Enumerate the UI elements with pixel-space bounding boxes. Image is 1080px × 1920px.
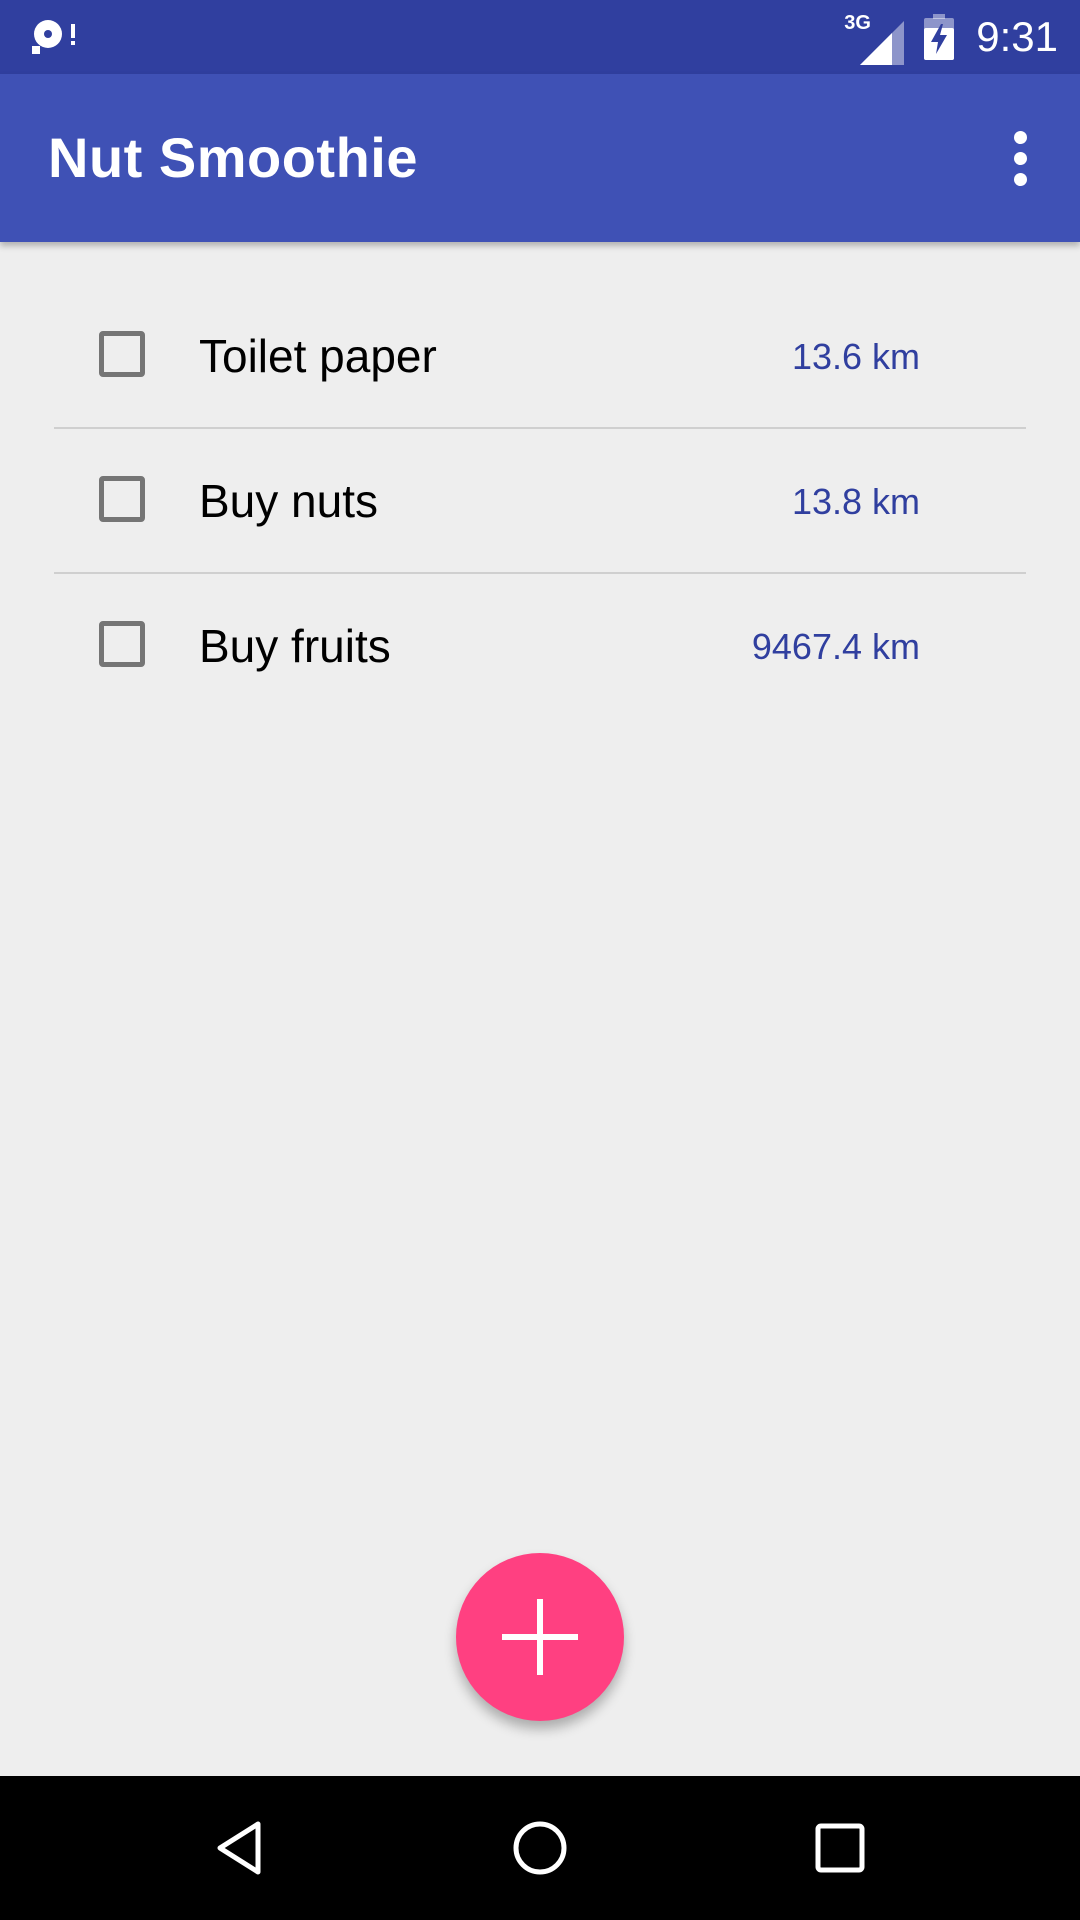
status-icons: 3G 9:31 — [844, 0, 1058, 74]
item-label: Buy fruits — [199, 620, 391, 672]
item-checkbox[interactable] — [99, 331, 145, 377]
item-checkbox[interactable] — [99, 476, 145, 522]
add-icon — [502, 1599, 578, 1675]
app-title: Nut Smoothie — [48, 126, 418, 189]
more-vert-icon — [1013, 130, 1027, 144]
signal-icon — [860, 21, 905, 65]
add-item-button[interactable] — [456, 1553, 624, 1721]
more-vert-icon-dot — [1013, 151, 1027, 165]
app-bar: Nut Smoothie — [0, 74, 1080, 242]
home-icon — [513, 1821, 567, 1875]
home-button[interactable] — [490, 1798, 590, 1898]
list-item[interactable]: Buy fruits 9467.4 km — [54, 574, 1026, 719]
item-distance: 13.8 km — [791, 481, 920, 522]
more-vert-icon-dot — [1013, 172, 1027, 186]
item-label: Toilet paper — [199, 330, 437, 382]
shopping-list: Toilet paper 13.6 km Buy nuts 13.8 km Bu… — [54, 284, 1026, 719]
signal-indicator: 3G — [844, 13, 905, 65]
back-icon — [217, 1821, 261, 1875]
item-checkbox[interactable] — [99, 621, 145, 667]
more-options-button[interactable] — [980, 118, 1060, 198]
item-label: Buy nuts — [199, 475, 378, 527]
list-item[interactable]: Buy nuts 13.8 km — [54, 429, 1026, 574]
recents-icon — [815, 1823, 865, 1873]
status-bar: 3G 9:31 — [0, 0, 1080, 74]
battery-charging-icon — [924, 14, 955, 60]
back-button[interactable] — [190, 1798, 290, 1898]
status-clock: 9:31 — [976, 13, 1058, 60]
notification-icon — [32, 20, 75, 54]
navigation-bar — [0, 1776, 1080, 1920]
list-item[interactable]: Toilet paper 13.6 km — [54, 284, 1026, 429]
item-distance: 9467.4 km — [751, 626, 920, 667]
recents-button[interactable] — [790, 1798, 890, 1898]
item-distance: 13.6 km — [791, 336, 920, 377]
